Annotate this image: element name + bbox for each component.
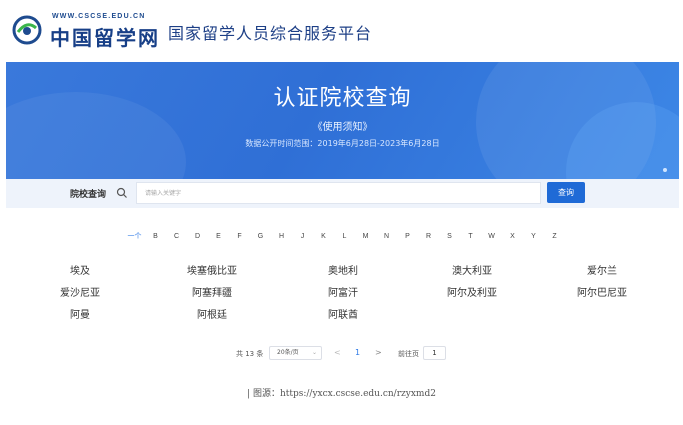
- search-icon: [116, 187, 127, 198]
- letter-filter-item[interactable]: M: [355, 233, 376, 240]
- logo-icon[interactable]: [12, 15, 42, 45]
- letter-filter-item[interactable]: P: [397, 233, 418, 240]
- letter-filter-item[interactable]: S: [439, 233, 460, 240]
- logo-url: WWW.CSCSE.EDU.CN: [52, 13, 146, 20]
- letter-filter-item[interactable]: W: [481, 233, 502, 240]
- search-bar: 院校查询 查询: [6, 179, 679, 208]
- letter-filter-item[interactable]: H: [271, 233, 292, 240]
- letter-filter-item[interactable]: X: [502, 233, 523, 240]
- usage-notice-link[interactable]: 《使用须知》: [6, 118, 679, 133]
- letter-filter-item[interactable]: F: [229, 233, 250, 240]
- letter-filter-item[interactable]: Y: [523, 233, 544, 240]
- search-label: 院校查询: [70, 190, 107, 200]
- hero-banner: 认证院校查询 《使用须知》 数据公开时间范围：2019年6月28日-2023年6…: [6, 62, 679, 179]
- letter-filter-item[interactable]: N: [376, 233, 397, 240]
- next-page-button[interactable]: >: [375, 348, 382, 357]
- current-page[interactable]: 1: [355, 348, 360, 357]
- data-range-text: 数据公开时间范围：2019年6月28日-2023年6月28日: [245, 139, 440, 148]
- letter-filter-item[interactable]: Z: [544, 233, 565, 240]
- total-count: 共 13 条: [236, 350, 264, 358]
- country-link[interactable]: 阿联酋: [328, 306, 358, 321]
- country-link[interactable]: 阿尔及利亚: [447, 284, 497, 299]
- country-link[interactable]: 阿曼: [70, 306, 90, 321]
- pagination: 共 13 条 20条/页 ⌄ < 1 > 前往页: [0, 346, 683, 362]
- letter-filter-item[interactable]: C: [166, 233, 187, 240]
- country-link[interactable]: 阿富汗: [328, 284, 358, 299]
- letter-filter-item[interactable]: 一个: [124, 231, 145, 241]
- country-link[interactable]: 澳大利亚: [452, 262, 492, 277]
- goto-label: 前往页: [398, 350, 419, 358]
- goto-page-input[interactable]: [423, 346, 446, 360]
- logo-text[interactable]: 中国留学网: [50, 22, 160, 51]
- page-size-select[interactable]: 20条/页 ⌄: [269, 346, 322, 360]
- country-link[interactable]: 爱沙尼亚: [60, 284, 100, 299]
- letter-filter-item[interactable]: K: [313, 233, 334, 240]
- search-button[interactable]: 查询: [547, 182, 585, 203]
- country-link[interactable]: 阿塞拜疆: [192, 284, 232, 299]
- letter-filter-item[interactable]: R: [418, 233, 439, 240]
- country-link[interactable]: 埃塞俄比亚: [187, 262, 237, 277]
- country-link[interactable]: 奥地利: [328, 262, 358, 277]
- site-header: WWW.CSCSE.EDU.CN 中国留学网 国家留学人员综合服务平台: [0, 0, 683, 62]
- country-link[interactable]: 爱尔兰: [587, 262, 617, 277]
- chevron-down-icon: ⌄: [311, 349, 317, 356]
- letter-filter-item[interactable]: G: [250, 233, 271, 240]
- letter-filter-item[interactable]: T: [460, 233, 481, 240]
- country-link[interactable]: 阿尔巴尼亚: [577, 284, 627, 299]
- page-title: 认证院校查询: [273, 86, 412, 111]
- letter-filter-item[interactable]: E: [208, 233, 229, 240]
- country-link[interactable]: 阿根廷: [197, 306, 227, 321]
- banner-dot: [663, 168, 667, 172]
- letter-filter-item[interactable]: J: [292, 233, 313, 240]
- site-title: 国家留学人员综合服务平台: [168, 24, 373, 43]
- page-size-value: 20条/页: [277, 349, 299, 356]
- country-link[interactable]: 埃及: [70, 262, 90, 277]
- letter-filter-item[interactable]: D: [187, 233, 208, 240]
- prev-page-button[interactable]: <: [334, 348, 341, 357]
- search-input[interactable]: [136, 182, 541, 204]
- letter-filter-item[interactable]: L: [334, 233, 355, 240]
- letter-filter-item[interactable]: B: [145, 233, 166, 240]
- image-source-caption: | 图源：https://yxcx.cscse.edu.cn/rzyxmd2: [247, 389, 436, 399]
- letter-filter: 一个 B C D E F G H J K L M N P R S T W X Y Z: [124, 229, 565, 243]
